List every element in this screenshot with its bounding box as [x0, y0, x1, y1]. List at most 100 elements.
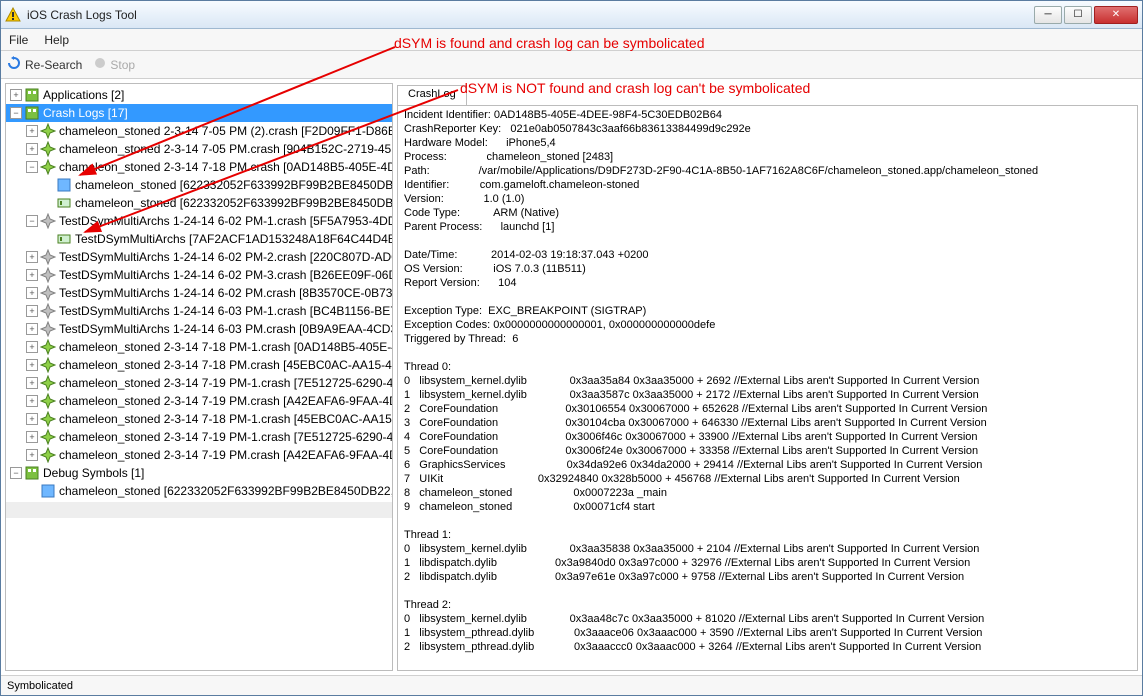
- tree-expander[interactable]: +: [26, 251, 38, 263]
- crash-green-icon: [40, 447, 56, 463]
- tree-item-label: chameleon_stoned 2-3-14 7-18 PM.crash [4…: [59, 358, 393, 372]
- tree-item-label: TestDSymMultiArchs 1-24-14 6-02 PM.crash…: [59, 286, 393, 300]
- crash-green-icon: [40, 411, 56, 427]
- crash-grey-icon: [40, 321, 56, 337]
- tree-expander[interactable]: +: [26, 323, 38, 335]
- tree-crash-item[interactable]: TestDSymMultiArchs [7AF2ACF1AD153248A18F…: [6, 230, 392, 248]
- tree-crash-item[interactable]: chameleon_stoned [622332052F633992BF99B2…: [6, 176, 392, 194]
- tree-item-label: chameleon_stoned 2-3-14 7-19 PM-1.crash …: [59, 376, 393, 390]
- crash-green-icon: [40, 429, 56, 445]
- tree-crash-item[interactable]: + chameleon_stoned 2-3-14 7-18 PM.crash […: [6, 356, 392, 374]
- crash-green-icon: [40, 339, 56, 355]
- tree-expander[interactable]: −: [26, 215, 38, 227]
- crash-grey-icon: [40, 303, 56, 319]
- menu-help[interactable]: Help: [44, 33, 69, 47]
- menu-file[interactable]: File: [9, 33, 28, 47]
- tree-item-label: TestDSymMultiArchs 1-24-14 6-02 PM-2.cra…: [59, 250, 393, 264]
- tree-item-label: chameleon_stoned [622332052F633992BF99B2…: [59, 484, 393, 498]
- tree-item-label: chameleon_stoned 2-3-14 7-19 PM-1.crash …: [59, 430, 393, 444]
- tree-item-label: Applications [2]: [43, 88, 124, 102]
- tree-applications[interactable]: + Applications [2]: [6, 86, 392, 104]
- tree-item-label: chameleon_stoned 2-3-14 7-18 PM-1.crash …: [59, 340, 393, 354]
- tree-crash-item[interactable]: + chameleon_stoned 2-3-14 7-19 PM-1.crash…: [6, 428, 392, 446]
- tree-crashlogs[interactable]: − Crash Logs [17]: [6, 104, 392, 122]
- tree-debug-item[interactable]: chameleon_stoned [622332052F633992BF99B2…: [6, 482, 392, 500]
- tree-crash-item[interactable]: + TestDSymMultiArchs 1-24-14 6-03 PM-1.cr…: [6, 302, 392, 320]
- module-icon: [40, 483, 56, 499]
- tree-expander[interactable]: −: [26, 161, 38, 173]
- tree-crash-item[interactable]: + chameleon_stoned 2-3-14 7-19 PM.crash […: [6, 392, 392, 410]
- crash-green-icon: [40, 375, 56, 391]
- tree-expander[interactable]: +: [26, 287, 38, 299]
- tree-expander[interactable]: +: [26, 359, 38, 371]
- tree-expander[interactable]: +: [26, 269, 38, 281]
- close-button[interactable]: ✕: [1094, 6, 1138, 24]
- tree-crash-item[interactable]: + TestDSymMultiArchs 1-24-14 6-02 PM.cras…: [6, 284, 392, 302]
- tree-expander[interactable]: +: [26, 449, 38, 461]
- module2-icon: [56, 231, 72, 247]
- tree-expander[interactable]: +: [26, 143, 38, 155]
- tree-expander[interactable]: +: [26, 395, 38, 407]
- app-icon: [24, 465, 40, 481]
- stop-icon: [94, 57, 106, 72]
- tree-item-label: TestDSymMultiArchs 1-24-14 6-02 PM-3.cra…: [59, 268, 393, 282]
- tree-expander[interactable]: +: [10, 89, 22, 101]
- tree-crash-item[interactable]: + TestDSymMultiArchs 1-24-14 6-03 PM.cras…: [6, 320, 392, 338]
- tree-item-label: TestDSymMultiArchs [7AF2ACF1AD153248A18F…: [75, 232, 393, 246]
- right-pane: CrashLog Incident Identifier: 0AD148B5-4…: [397, 83, 1138, 671]
- tree-crash-item[interactable]: + chameleon_stoned 2-3-14 7-05 PM.crash […: [6, 140, 392, 158]
- tree-crash-item[interactable]: + chameleon_stoned 2-3-14 7-18 PM-1.crash…: [6, 338, 392, 356]
- tree-expander[interactable]: −: [10, 107, 22, 119]
- tree-expander[interactable]: −: [10, 467, 22, 479]
- tree-expander[interactable]: +: [26, 431, 38, 443]
- tree-crash-item[interactable]: +chameleon_stoned 2-3-14 7-18 PM-1.crash…: [6, 410, 392, 428]
- menubar: File Help: [1, 29, 1142, 51]
- app-icon: [24, 87, 40, 103]
- tree-crash-item[interactable]: +chameleon_stoned 2-3-14 7-05 PM (2).cra…: [6, 122, 392, 140]
- research-button[interactable]: Re-Search: [7, 56, 82, 73]
- tree-item-label: Crash Logs [17]: [43, 106, 128, 120]
- tree-item-label: chameleon_stoned [622332052F633992BF99B2…: [75, 178, 393, 192]
- tab-crashlog[interactable]: CrashLog: [397, 85, 467, 105]
- crash-green-icon: [40, 159, 56, 175]
- app-window: iOS Crash Logs Tool ─ ☐ ✕ File Help Re-S…: [0, 0, 1143, 696]
- module2-icon: [56, 195, 72, 211]
- crash-green-icon: [40, 393, 56, 409]
- tree-crash-item[interactable]: chameleon_stoned [622332052F633992BF99B2…: [6, 194, 392, 212]
- maximize-button[interactable]: ☐: [1064, 6, 1092, 24]
- crash-grey-icon: [40, 249, 56, 265]
- research-label: Re-Search: [25, 58, 82, 72]
- tree-crash-item[interactable]: − TestDSymMultiArchs 1-24-14 6-02 PM-1.cr…: [6, 212, 392, 230]
- tree-crash-item[interactable]: + chameleon_stoned 2-3-14 7-19 PM-1.crash…: [6, 374, 392, 392]
- tree-expander[interactable]: +: [26, 305, 38, 317]
- tree-item-label: TestDSymMultiArchs 1-24-14 6-02 PM-1.cra…: [59, 214, 393, 228]
- tree-crash-item[interactable]: + TestDSymMultiArchs 1-24-14 6-02 PM-3.cr…: [6, 266, 392, 284]
- tree-item-label: chameleon_stoned 2-3-14 7-19 PM.crash [A…: [59, 448, 393, 462]
- tree-item-label: chameleon_stoned 2-3-14 7-19 PM.crash [A…: [59, 394, 393, 408]
- crash-grey-icon: [40, 213, 56, 229]
- crashlog-content[interactable]: Incident Identifier: 0AD148B5-405E-4DEE-…: [397, 105, 1138, 671]
- tree-item-label: chameleon_stoned 2-3-14 7-05 PM.crash [9…: [59, 142, 393, 156]
- tree-expander[interactable]: +: [26, 341, 38, 353]
- window-title: iOS Crash Logs Tool: [27, 8, 1034, 22]
- tree-crash-item[interactable]: −chameleon_stoned 2-3-14 7-18 PM.crash […: [6, 158, 392, 176]
- toolbar: Re-Search Stop: [1, 51, 1142, 79]
- minimize-button[interactable]: ─: [1034, 6, 1062, 24]
- app-icon: [24, 105, 40, 121]
- tree-crash-item[interactable]: + chameleon_stoned 2-3-14 7-19 PM.crash […: [6, 446, 392, 464]
- tree-item-label: TestDSymMultiArchs 1-24-14 6-03 PM-1.cra…: [59, 304, 393, 318]
- tree-expander[interactable]: +: [26, 413, 38, 425]
- tree-expander[interactable]: +: [26, 125, 38, 137]
- app-icon: [5, 7, 21, 23]
- tree-horizontal-scrollbar[interactable]: [6, 502, 392, 518]
- tree-expander[interactable]: +: [26, 377, 38, 389]
- stop-label: Stop: [110, 58, 135, 72]
- crash-green-icon: [40, 123, 56, 139]
- tree-debug-symbols[interactable]: −Debug Symbols [1]: [6, 464, 392, 482]
- tree-crash-item[interactable]: + TestDSymMultiArchs 1-24-14 6-02 PM-2.cr…: [6, 248, 392, 266]
- tree-item-label: TestDSymMultiArchs 1-24-14 6-03 PM.crash…: [59, 322, 393, 336]
- tree-pane[interactable]: +Applications [2]−Crash Logs [17]+chamel…: [5, 83, 393, 671]
- stop-button[interactable]: Stop: [94, 57, 135, 72]
- titlebar: iOS Crash Logs Tool ─ ☐ ✕: [1, 1, 1142, 29]
- tree-item-label: chameleon_stoned [622332052F633992BF99B2…: [75, 196, 393, 210]
